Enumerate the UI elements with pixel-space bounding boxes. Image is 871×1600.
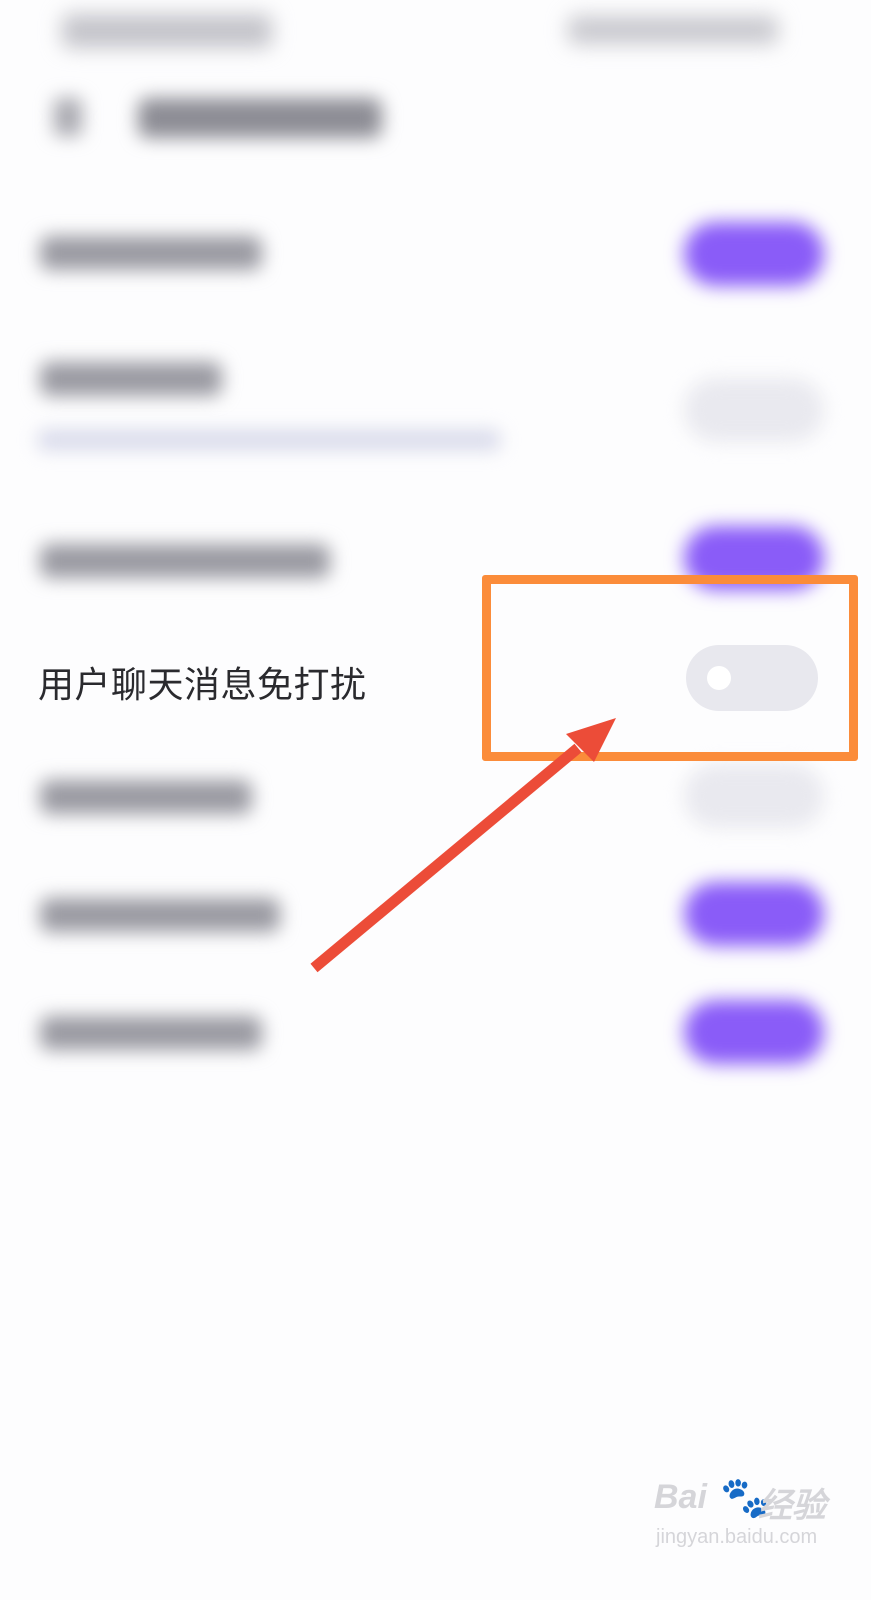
status-bar-left (62, 14, 272, 48)
watermark-url: jingyan.baidu.com (656, 1526, 818, 1548)
setting-row-5-toggle[interactable] (684, 764, 824, 828)
setting-row-6-toggle[interactable] (684, 882, 824, 946)
watermark-brand: Bai (654, 1478, 707, 1516)
setting-row-2-toggle[interactable] (684, 378, 824, 442)
baidu-jingyan-watermark: Bai 🐾 经验 jingyan.baidu.com (654, 1476, 826, 1558)
setting-row-7-label (40, 1016, 262, 1050)
setting-row-2-label (40, 362, 222, 396)
setting-row-3-toggle[interactable] (684, 526, 824, 590)
setting-row-1-toggle[interactable] (684, 222, 824, 286)
page-title (138, 98, 382, 138)
setting-row-6-label (40, 898, 280, 932)
chat-dnd-toggle[interactable] (686, 645, 818, 711)
setting-row-1-label (40, 236, 262, 270)
toggle-knob (707, 666, 731, 690)
setting-row-5-label (40, 780, 252, 814)
setting-row-7-toggle[interactable] (684, 1000, 824, 1064)
chat-dnd-label: 用户聊天消息免打扰 (38, 665, 367, 706)
back-arrow-icon[interactable] (54, 98, 82, 136)
status-bar-right (568, 16, 778, 44)
setting-row-3-label (40, 544, 330, 578)
setting-row-2-description (38, 430, 500, 450)
watermark-suffix: 经验 (758, 1487, 826, 1525)
